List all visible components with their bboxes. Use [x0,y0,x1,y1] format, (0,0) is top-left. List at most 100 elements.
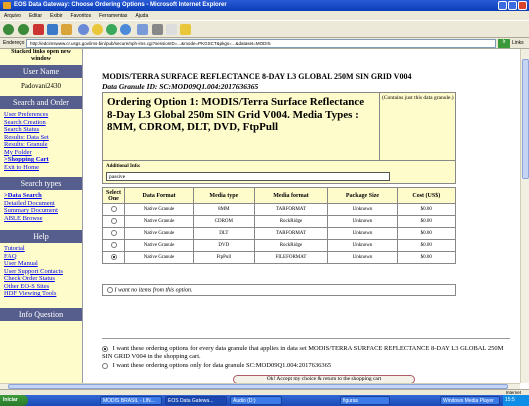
ok-accept-button[interactable]: Ok! Accept my choice & return to the sho… [233,375,415,383]
taskbar-item[interactable]: Áudio (D:) [230,396,282,405]
sidebar: Stacked links open new window User Name … [0,49,83,383]
row-radio[interactable] [110,218,117,225]
cell-data-format: Native Granule [123,239,195,252]
sidebar-link-check-order-status[interactable]: Check Order Status [0,275,82,283]
home-icon[interactable] [61,24,72,35]
apply-all-label: I want these ordering options for every … [102,345,504,360]
links-label[interactable]: Links [512,40,524,46]
sidebar-link-user-manual[interactable]: User Manual [0,260,82,268]
row-select-cell [102,251,125,264]
taskbar-item[interactable]: Windows Media Player [440,396,500,405]
apply-all-option: I want these ordering options for every … [102,345,510,360]
sidebar-header-search-order: Search and Order [0,96,82,109]
address-bar: Endereço http://edcimswww.cr.usgs.gov/im… [0,38,529,49]
go-button[interactable]: Ir [498,39,510,48]
browser-toolbar [0,20,529,38]
sidebar-link-able-browse[interactable]: ABLE Browse [0,215,82,223]
menu-item-favorites[interactable]: Favoritos [71,13,92,19]
menu-item-file[interactable]: Arquivo [4,13,21,19]
col-header-package-size: Package Size [327,187,398,204]
sidebar-link-detailed-document[interactable]: Detailed Document [0,200,82,208]
start-button[interactable]: Iniciar [0,395,28,406]
sidebar-link-results-granule[interactable]: Results: Granule [0,141,82,149]
row-radio-selected[interactable] [110,254,117,261]
sidebar-link-exit-home[interactable]: Exit to Home [0,164,82,172]
cell-media-format: FILEFORMAT [253,251,329,264]
table-row: Native Granule FtpPull FILEFORMAT Unknow… [102,251,457,264]
row-radio[interactable] [110,242,117,249]
taskbar-item[interactable]: MODIS BRASIL - LIN... [100,396,162,405]
back-icon[interactable] [3,24,14,35]
print-icon[interactable] [152,24,163,35]
maximize-button[interactable] [508,1,517,10]
divider [102,338,510,339]
sidebar-link-my-folder[interactable]: My Folder [0,149,82,157]
sidebar-link-hdf-tools[interactable]: HDF Viewing Tools [0,290,82,298]
menu-item-edit[interactable]: Editar [29,13,42,19]
taskbar-item-active[interactable]: EOS Data Gatewa... [165,396,227,405]
sidebar-link-results-dataset[interactable]: Results: Data Set [0,134,82,142]
sidebar-link-faq[interactable]: FAQ [0,253,82,261]
cell-data-format: Native Granule [123,203,195,216]
sidebar-link-shopping-cart[interactable]: >Shopping Cart [0,156,82,164]
favorites-icon[interactable] [92,24,103,35]
vertical-scrollbar[interactable] [520,49,529,383]
sidebar-link-user-support[interactable]: User Support Contacts [0,268,82,276]
col-header-data-format: Data Format [123,187,195,204]
table-header-row: Select One Data Format Media type Media … [102,187,457,204]
additional-info-box: Additional Info: passive [102,161,456,184]
row-radio[interactable] [110,206,117,213]
menu-item-help[interactable]: Ajuda [135,13,148,19]
cell-media-type: DLT [193,227,255,240]
sidebar-link-other-eos-sites[interactable]: Other EO-S Sites [0,283,82,291]
cell-data-format: Native Granule [123,251,195,264]
refresh-icon[interactable] [47,24,58,35]
options-table: Select One Data Format Media type Media … [102,187,457,264]
table-row: Native Granule DLT TARFORMAT Unknown $0.… [102,227,457,240]
stop-icon[interactable] [33,24,44,35]
forward-icon[interactable] [18,24,29,35]
address-input[interactable]: http://edcimswww.cr.usgs.gov/ims-bin/pub… [26,39,496,48]
cell-package-size: Unknown [327,227,398,240]
cell-media-type: DVD [193,239,255,252]
media-icon[interactable] [106,24,117,35]
folder-icon[interactable] [180,24,191,35]
sidebar-link-search-creation[interactable]: Search Creation [0,119,82,127]
apply-all-radio[interactable] [102,345,108,352]
no-items-radio[interactable] [107,287,113,293]
sidebar-link-summary-document[interactable]: Summary Document [0,207,82,215]
cell-cost: $0.00 [396,227,457,240]
data-search-label: Data Search [7,192,42,199]
no-items-label: I want no items from this option. [114,287,193,294]
taskbar: Iniciar MODIS BRASIL - LIN... EOS Data G… [0,395,529,406]
window-titlebar: EOS Data Gateway: Choose Ordering Option… [0,0,529,11]
apply-one-radio[interactable] [102,362,108,369]
col-header-media-type: Media type [193,187,255,204]
apply-one-option: I want these ordering options only for d… [102,362,510,370]
cell-media-type: CDROM [193,215,255,228]
menu-item-tools[interactable]: Ferramentas [99,13,127,19]
sidebar-header-user: User Name [0,65,82,78]
sidebar-note: Stacked links open new window [11,49,71,62]
additional-info-input[interactable]: passive [106,172,390,181]
edit-icon[interactable] [166,24,177,35]
window-title: EOS Data Gateway: Choose Ordering Option… [14,2,227,8]
cell-media-format: RockRidge [253,215,329,228]
cell-cost: $0.00 [396,239,457,252]
menu-item-view[interactable]: Exibir [50,13,63,19]
row-select-cell [102,227,125,240]
sidebar-link-tutorial[interactable]: Tutorial [0,245,82,253]
history-icon[interactable] [120,24,131,35]
sidebar-link-user-preferences[interactable]: User Preferences [0,111,82,119]
col-header-cost: Cost (US$) [396,187,457,204]
sidebar-link-search-status[interactable]: Search Status [0,126,82,134]
close-button[interactable] [518,1,527,10]
taskbar-item[interactable]: figuras [340,396,390,405]
vertical-scroll-thumb[interactable] [522,59,529,179]
mail-icon[interactable] [137,24,148,35]
sidebar-header-search-types: Search types [0,177,82,190]
sidebar-link-data-search[interactable]: >Data Search [0,192,82,200]
search-icon[interactable] [78,24,89,35]
row-radio[interactable] [110,230,117,237]
minimize-button[interactable] [498,1,507,10]
